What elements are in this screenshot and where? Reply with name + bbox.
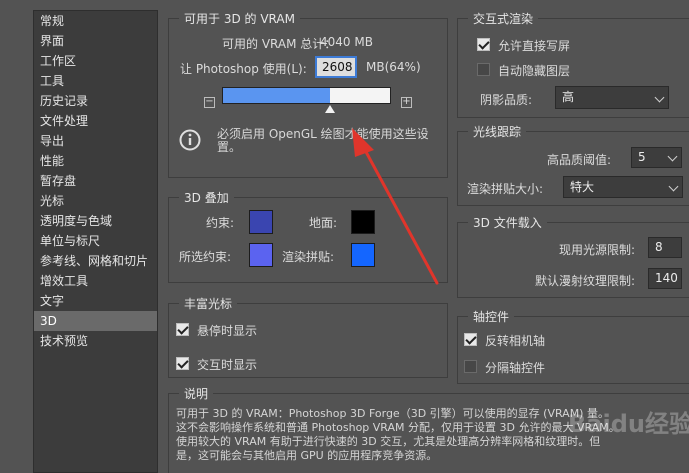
- slider-decrease-icon[interactable]: −: [204, 97, 215, 108]
- shadow-quality-label: 阴影品质:: [480, 93, 533, 107]
- vram-allow-input[interactable]: 2608: [315, 56, 357, 78]
- separate-axis-checkbox[interactable]: [464, 360, 477, 373]
- render-tile-size-label: 渲染拼贴大小:: [467, 182, 544, 196]
- sidebar-item-technology-previews[interactable]: 技术预览: [34, 331, 157, 351]
- sidebar-item-scratch-disks[interactable]: 暂存盘: [34, 171, 157, 191]
- vram-total-value: 4040 MB: [320, 35, 373, 49]
- hq-threshold-value: 5: [638, 150, 646, 164]
- ground-label: 地面:: [309, 216, 338, 230]
- sidebar-item-cursors[interactable]: 光标: [34, 191, 157, 211]
- overlays-panel: 3D 叠加: [168, 189, 448, 283]
- diffuse-limit-value: 140: [655, 271, 678, 285]
- sidebar-item-file-handling[interactable]: 文件处理: [34, 111, 157, 131]
- description-panel-title: 说明: [179, 385, 214, 402]
- sidebar-item-units-rulers[interactable]: 单位与标尺: [34, 231, 157, 251]
- sidebar-item-workspace[interactable]: 工作区: [34, 51, 157, 71]
- hover-show-checkbox[interactable]: [176, 323, 189, 336]
- sidebar-item-export[interactable]: 导出: [34, 131, 157, 151]
- render-tile-size-select[interactable]: 特大: [563, 176, 683, 198]
- opengl-notice: 必须启用 OpenGL 绘图才能使用这些设置。: [217, 127, 429, 154]
- interact-show-checkbox[interactable]: [176, 357, 189, 370]
- allow-direct-write-label: 允许直接写屏: [498, 39, 571, 53]
- ray-tracing-panel-title: 光线跟踪: [468, 123, 527, 140]
- vram-allow-unit: MB(64%): [366, 60, 421, 74]
- sidebar-item-3d[interactable]: 3D: [34, 311, 157, 331]
- preferences-sidebar: 常规 界面 工作区 工具 历史记录 文件处理 导出 性能 暂存盘 光标 透明度与…: [33, 10, 158, 473]
- render-tile-size-value: 特大: [570, 180, 595, 194]
- sidebar-item-general[interactable]: 常规: [34, 11, 157, 31]
- slider-increase-icon[interactable]: +: [401, 97, 412, 108]
- sidebar-item-plugins[interactable]: 增效工具: [34, 271, 157, 291]
- sidebar-item-history[interactable]: 历史记录: [34, 91, 157, 111]
- shadow-quality-select[interactable]: 高: [555, 86, 669, 109]
- info-icon: [179, 129, 201, 151]
- ground-color-swatch[interactable]: [351, 210, 375, 234]
- vram-slider-fill: [223, 88, 330, 103]
- description-text: 可用于 3D 的 VRAM：Photoshop 3D Forge（3D 引擎）可…: [176, 407, 620, 463]
- auto-hide-layers-checkbox[interactable]: [477, 63, 490, 76]
- sidebar-item-interface[interactable]: 界面: [34, 31, 157, 51]
- light-limit-input[interactable]: 8: [648, 237, 682, 258]
- chevron-down-icon: [654, 92, 665, 103]
- invert-camera-axis-label: 反转相机轴: [485, 334, 546, 348]
- hq-threshold-select[interactable]: 5: [631, 147, 682, 168]
- shadow-quality-value: 高: [562, 90, 575, 104]
- constraint-color-swatch[interactable]: [249, 210, 273, 234]
- interactive-rendering-panel-title: 交互式渲染: [468, 10, 539, 27]
- rich-cursor-panel-title: 丰富光标: [179, 295, 238, 312]
- description-line: 是，这可能会与其他启用 GPU 的应用程序竞争资源。: [176, 449, 438, 462]
- interact-show-label: 交互时显示: [197, 358, 258, 372]
- sidebar-item-performance[interactable]: 性能: [34, 151, 157, 171]
- overlays-panel-title: 3D 叠加: [179, 189, 234, 206]
- hover-show-label: 悬停时显示: [197, 324, 258, 338]
- sidebar-item-guides-grid[interactable]: 参考线、网格和切片: [34, 251, 157, 271]
- watermark: Baidu经验: [568, 410, 689, 438]
- diffuse-limit-label: 默认漫射纹理限制:: [535, 274, 636, 288]
- sidebar-item-transparency[interactable]: 透明度与色域: [34, 211, 157, 231]
- selected-constraint-label: 所选约束:: [179, 250, 232, 264]
- axis-controls-panel-title: 轴控件: [468, 308, 515, 325]
- light-limit-value: 8: [655, 240, 663, 254]
- vram-slider-thumb[interactable]: [325, 105, 336, 113]
- light-limit-label: 现用光源限制:: [559, 243, 636, 257]
- render-tiles-label: 渲染拼贴:: [282, 250, 335, 264]
- vram-slider-track[interactable]: [222, 87, 391, 104]
- description-line: 可用于 3D 的 VRAM：Photoshop 3D Forge（3D 引擎）可…: [176, 407, 609, 420]
- allow-direct-write-checkbox[interactable]: [477, 38, 490, 51]
- hq-threshold-label: 高品质阈值:: [547, 153, 612, 167]
- description-line: 这不会影响操作系统和普通 Photoshop VRAM 分配，仅用于设置 3D …: [176, 421, 620, 434]
- vram-allow-label: 让 Photoshop 使用(L):: [180, 62, 307, 76]
- selected-constraint-color-swatch[interactable]: [249, 243, 273, 267]
- render-tiles-color-swatch[interactable]: [351, 243, 375, 267]
- invert-camera-axis-checkbox[interactable]: [464, 333, 477, 346]
- constraint-label: 约束:: [206, 216, 235, 230]
- separate-axis-label: 分隔轴控件: [485, 361, 546, 375]
- file-load-panel-title: 3D 文件载入: [468, 214, 547, 231]
- vram-panel-title: 可用于 3D 的 VRAM: [179, 10, 300, 27]
- sidebar-item-tools[interactable]: 工具: [34, 71, 157, 91]
- diffuse-limit-input[interactable]: 140: [648, 268, 682, 289]
- auto-hide-layers-label: 自动隐藏图层: [498, 64, 571, 78]
- chevron-down-icon: [668, 181, 679, 192]
- description-line: 使用较大的 VRAM 有助于进行快速的 3D 交互，尤其是处理高分辨率网格和纹理…: [176, 435, 601, 448]
- chevron-down-icon: [667, 151, 678, 162]
- sidebar-item-type[interactable]: 文字: [34, 291, 157, 311]
